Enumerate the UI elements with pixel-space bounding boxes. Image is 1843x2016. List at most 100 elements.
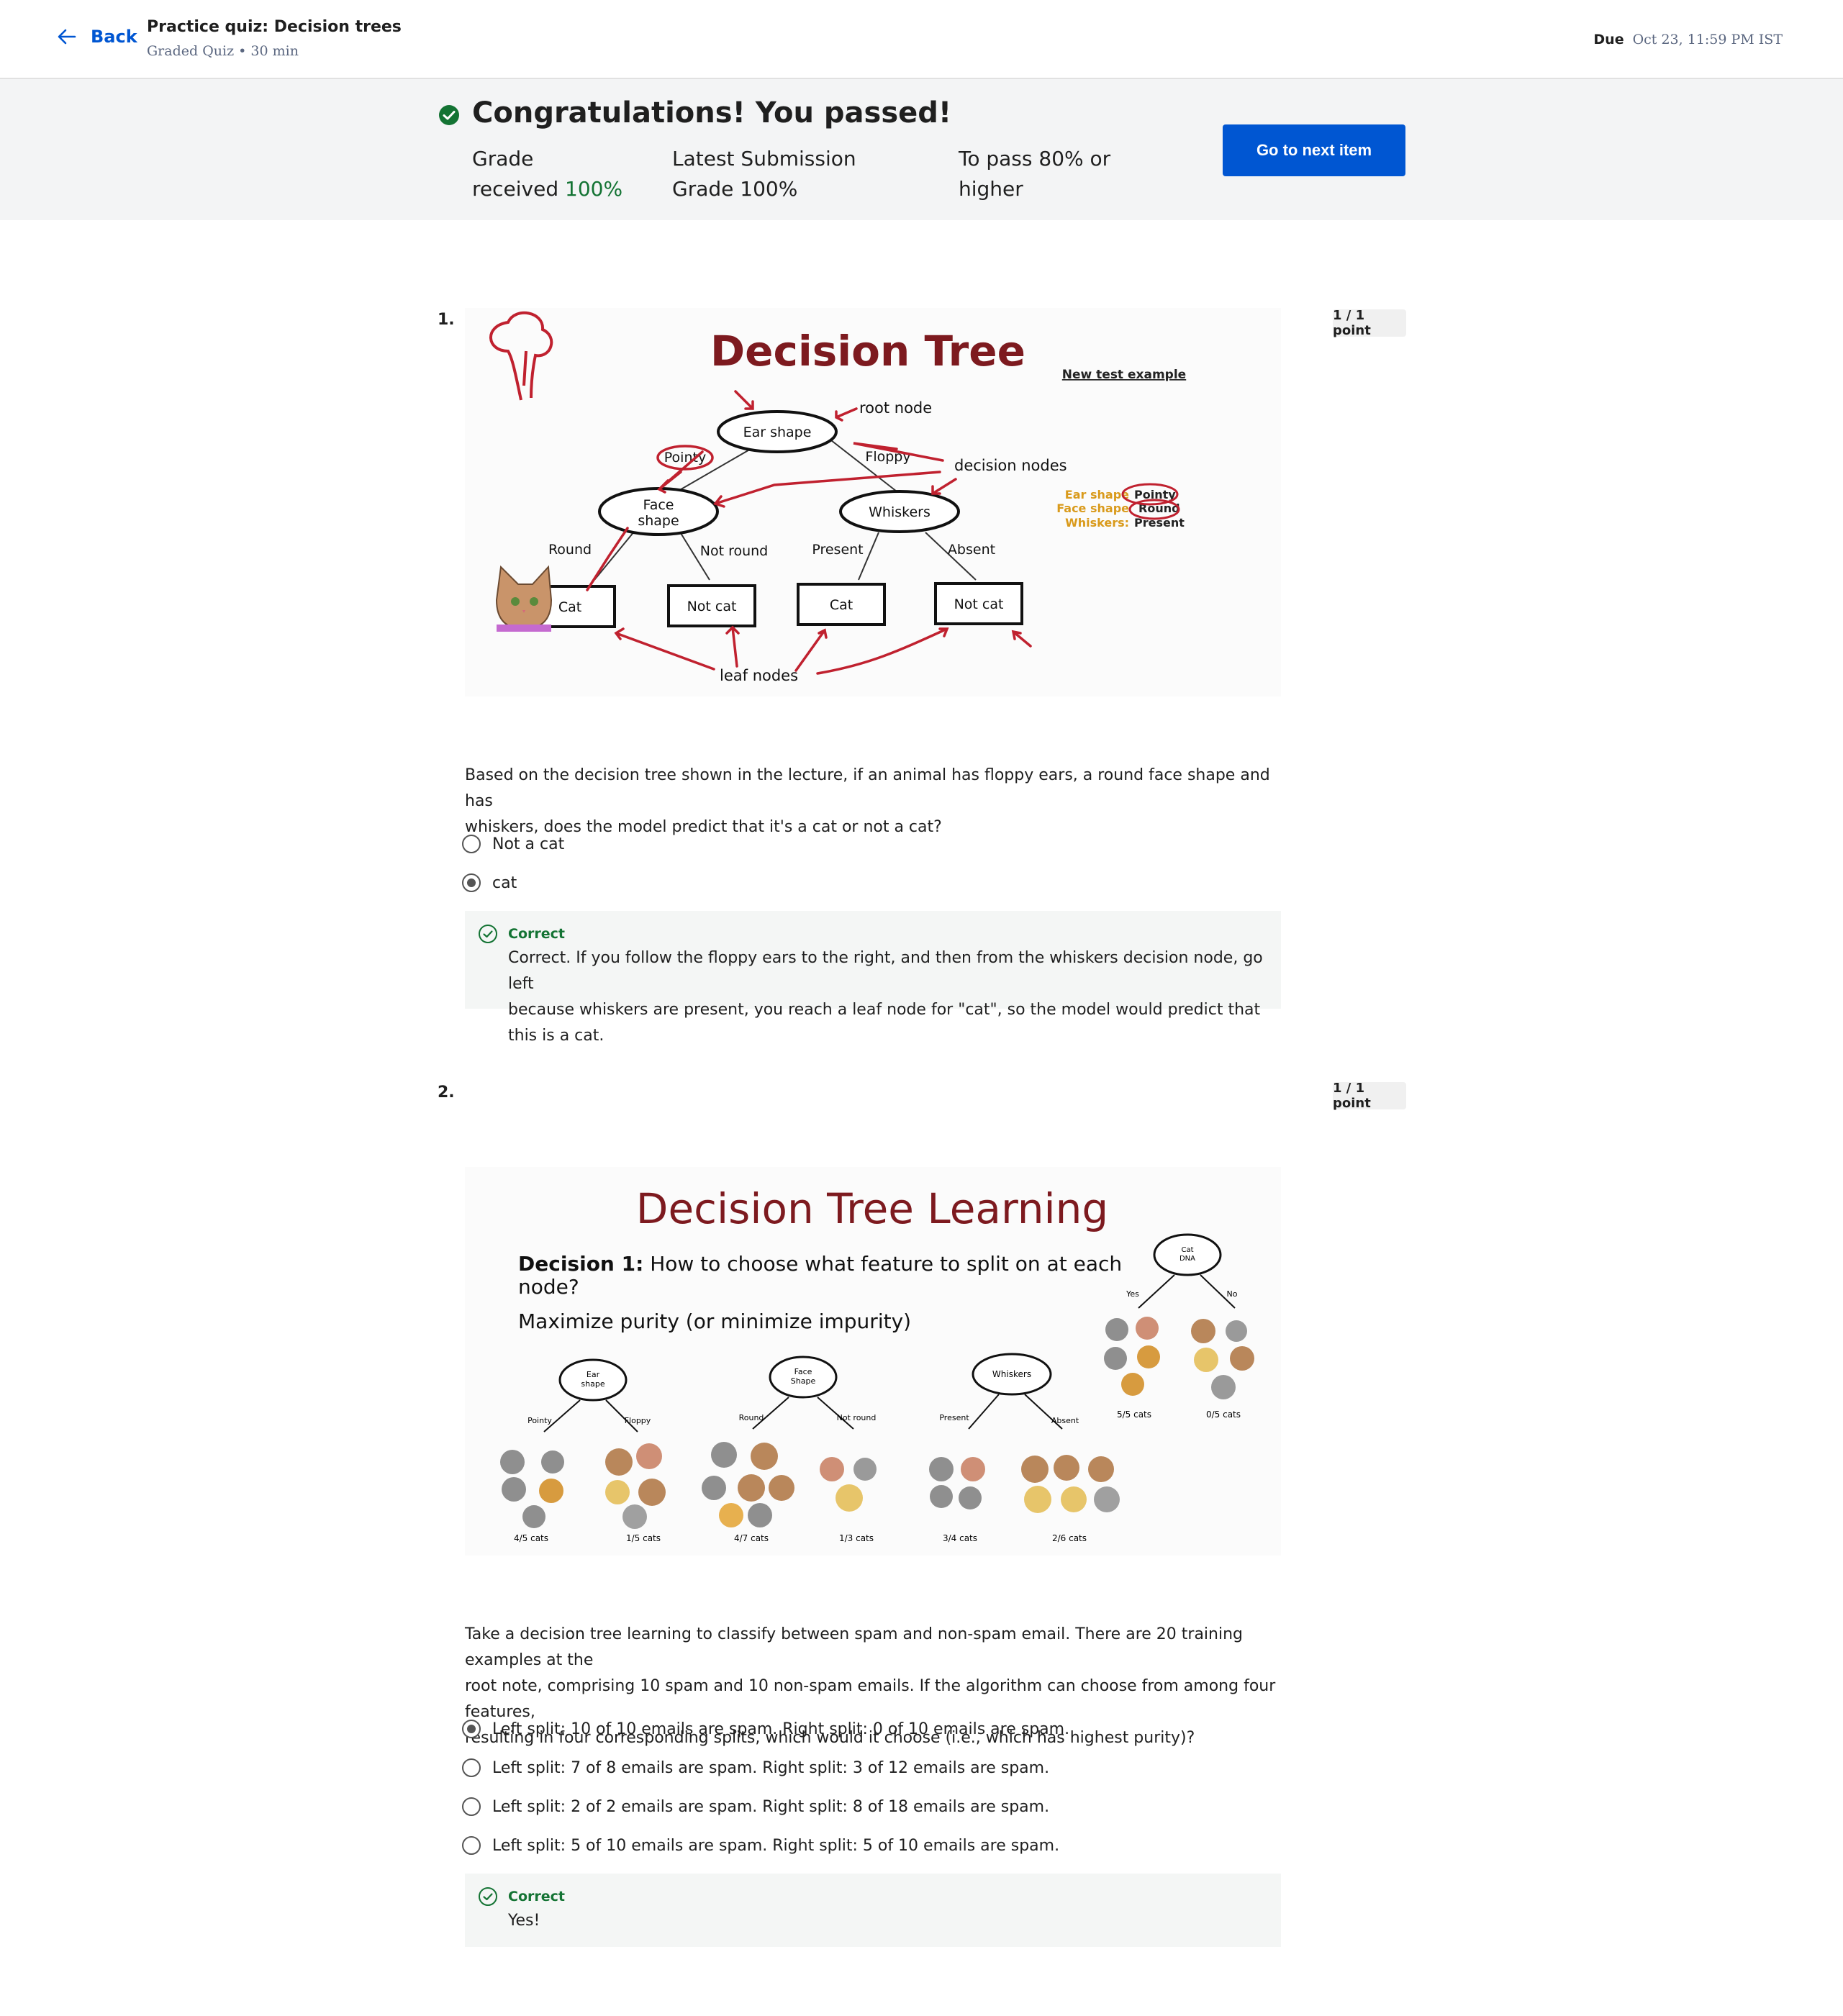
feedback-status: Correct: [508, 1889, 565, 1904]
back-button[interactable]: Back: [56, 26, 137, 47]
svg-text:DNA: DNA: [1179, 1255, 1195, 1263]
feedback-status: Correct: [508, 926, 565, 942]
edge-round: Round: [548, 542, 592, 558]
check-circle-outline-icon: [479, 1887, 497, 1906]
leaf-not-cat-2: Not cat: [954, 596, 1004, 612]
decision-heading: Decision 1: How to choose what feature t…: [518, 1252, 1122, 1276]
node-face-shape-2: shape: [638, 513, 679, 529]
back-label: Back: [91, 27, 137, 47]
grade-received: Grade received 100%: [472, 144, 622, 204]
feedback-line: Correct. If you follow the floppy ears t…: [508, 949, 1263, 993]
svg-text:1/5 cats: 1/5 cats: [626, 1533, 661, 1543]
prompt-line: Based on the decision tree shown in the …: [465, 766, 1270, 810]
radio-button-selected[interactable]: [462, 1720, 481, 1738]
option-split-1[interactable]: Left split: 10 of 10 emails are spam. Ri…: [462, 1720, 1069, 1738]
quiz-subtitle: Graded Quiz • 30 min: [147, 43, 299, 59]
svg-text:Present: Present: [939, 1413, 969, 1422]
edge-pointy: Pointy: [664, 450, 706, 466]
radio-button-selected[interactable]: [462, 873, 481, 892]
question-prompt: Based on the decision tree shown in the …: [465, 763, 1285, 840]
leaf-not-cat-1: Not cat: [687, 599, 737, 614]
svg-text:3/4 cats: 3/4 cats: [943, 1533, 977, 1543]
svg-text:Yes: Yes: [1126, 1289, 1139, 1299]
check-circle-icon: [439, 105, 459, 125]
figure-title: Decision Tree: [710, 327, 1025, 376]
edge-absent: Absent: [948, 542, 995, 558]
grade-value: 100%: [565, 177, 623, 201]
figure-title: Decision Tree Learning: [636, 1184, 1108, 1233]
decision-heading-2: node?: [518, 1275, 579, 1299]
svg-text:0/5 cats: 0/5 cats: [1206, 1409, 1241, 1420]
top-bar: [0, 0, 1843, 79]
label-root-node: root node: [859, 399, 932, 417]
svg-text:Round: Round: [739, 1413, 764, 1422]
question-number: 2.: [438, 1084, 455, 1102]
decision-tree-learning-figure: Decision Tree Learning Decision 1: How t…: [465, 1167, 1281, 1556]
node-ear-shape: Ear shape: [743, 424, 812, 440]
radio-button[interactable]: [462, 1797, 481, 1816]
svg-text:Whiskers: Whiskers: [992, 1369, 1031, 1379]
latest-label-2: Grade: [672, 177, 734, 201]
quiz-title: Practice quiz: Decision trees: [147, 18, 402, 36]
tree-whiskers: Whiskers Present Absent 3/4 cats 2/6 cat…: [939, 1353, 1087, 1543]
svg-text:Ear: Ear: [587, 1370, 600, 1379]
option-label: Left split: 2 of 2 emails are spam. Righ…: [492, 1797, 1050, 1816]
feedback-line: because whiskers are present, you reach …: [508, 1001, 1261, 1045]
option-split-2[interactable]: Left split: 7 of 8 emails are spam. Righ…: [462, 1758, 1049, 1777]
go-to-next-item-button[interactable]: Go to next item: [1223, 124, 1405, 176]
prompt-line: Take a decision tree learning to classif…: [465, 1625, 1243, 1669]
points-badge: 1 / 1 point: [1333, 308, 1406, 338]
option-label: cat: [492, 873, 517, 892]
svg-text:Pointy: Pointy: [527, 1416, 552, 1425]
latest-label: Latest Submission: [672, 147, 856, 171]
grade-label: Grade: [472, 147, 534, 171]
feedback-header: Correct: [478, 924, 565, 944]
edge-present: Present: [812, 542, 863, 558]
pass-label: To pass: [959, 147, 1033, 171]
svg-text:4/5 cats: 4/5 cats: [514, 1533, 548, 1543]
decision-tree-figure: Decision Tree Ear shape Face shape Whisk…: [465, 308, 1281, 696]
points-badge: 1 / 1 point: [1333, 1081, 1406, 1111]
node-whiskers: Whiskers: [869, 504, 930, 520]
grade-label-2: received: [472, 177, 559, 201]
edge-not-round: Not round: [700, 543, 769, 559]
option-not-a-cat[interactable]: Not a cat: [462, 835, 564, 853]
svg-text:5/5 cats: 5/5 cats: [1117, 1409, 1151, 1420]
feedback-text: Yes!: [508, 1912, 540, 1930]
pass-value: 80% or: [1038, 147, 1111, 171]
option-split-4[interactable]: Left split: 5 of 10 emails are spam. Rig…: [462, 1836, 1059, 1855]
example-ear-shape: Ear shape: [1065, 488, 1129, 501]
example-face-shape: Face shape: [1056, 501, 1129, 515]
feedback-text: Correct. If you follow the floppy ears t…: [508, 945, 1271, 1049]
option-label: Left split: 10 of 10 emails are spam. Ri…: [492, 1720, 1070, 1738]
example-whiskers: Whiskers:: [1065, 516, 1129, 530]
prompt-line: whiskers, does the model predict that it…: [465, 818, 942, 836]
prompt-line: root note, comprising 10 spam and 10 non…: [465, 1677, 1276, 1721]
question-number: 1.: [438, 311, 455, 329]
feedback-box: Correct Yes!: [465, 1874, 1281, 1947]
pass-threshold: To pass 80% or higher: [959, 144, 1110, 204]
option-cat[interactable]: cat: [462, 873, 517, 892]
svg-text:Not round: Not round: [837, 1413, 877, 1422]
new-test-example-label: New test example: [1062, 368, 1186, 382]
radio-button[interactable]: [462, 1758, 481, 1777]
radio-button[interactable]: [462, 835, 481, 853]
latest-value: 100%: [740, 177, 798, 201]
svg-text:Shape: Shape: [791, 1376, 816, 1386]
due-value: Oct 23, 11:59 PM IST: [1632, 32, 1783, 47]
pass-value-2: higher: [959, 177, 1023, 201]
radio-button[interactable]: [462, 1836, 481, 1855]
option-label: Left split: 5 of 10 emails are spam. Rig…: [492, 1836, 1060, 1855]
svg-text:No: No: [1227, 1289, 1238, 1299]
tree-doodle-icon: [489, 311, 553, 401]
option-label: Left split: 7 of 8 emails are spam. Righ…: [492, 1758, 1050, 1777]
svg-text:Floppy: Floppy: [625, 1416, 651, 1425]
arrow-left-icon: [58, 29, 76, 45]
leaf-cat-2: Cat: [830, 597, 853, 613]
option-split-3[interactable]: Left split: 2 of 2 emails are spam. Righ…: [462, 1797, 1049, 1816]
svg-text:2/6 cats: 2/6 cats: [1052, 1533, 1087, 1543]
label-leaf-nodes: leaf nodes: [720, 667, 798, 684]
svg-text:1/3 cats: 1/3 cats: [839, 1533, 874, 1543]
label-decision-nodes: decision nodes: [954, 457, 1067, 474]
due-label: Due: [1593, 32, 1624, 47]
